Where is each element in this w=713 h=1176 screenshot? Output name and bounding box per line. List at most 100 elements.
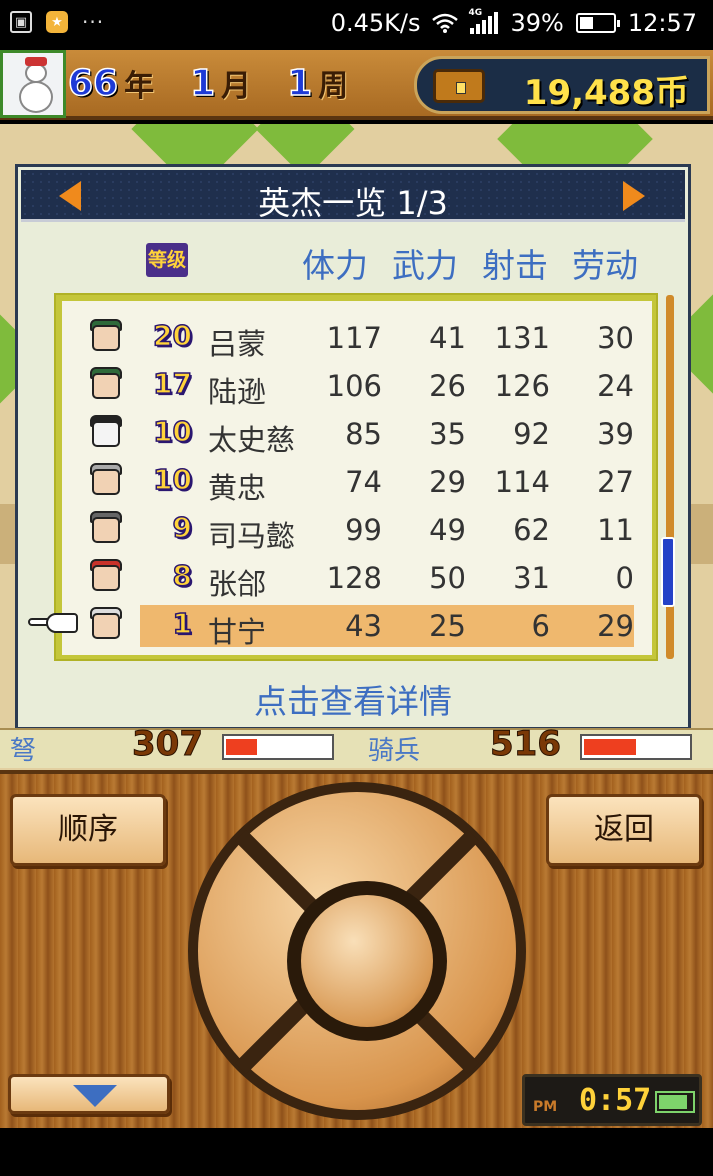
hero-portrait bbox=[84, 317, 128, 361]
hero-shoot: 62 bbox=[513, 513, 550, 547]
week-number: 1 bbox=[286, 62, 313, 105]
hero-force: 26 bbox=[429, 369, 466, 403]
money-panel: 19,488币 bbox=[414, 56, 710, 114]
dialog-title: 英杰一览 1/3 bbox=[258, 184, 448, 222]
col-labor-header[interactable]: 劳动 bbox=[572, 239, 638, 287]
heroes-list-dialog: 英杰一览 1/3 等级 体力 武力 射击 劳动 20 吕蒙 117 41 131… bbox=[15, 164, 691, 730]
back-button[interactable]: 返回 bbox=[546, 794, 702, 866]
hero-row[interactable]: 10 太史慈 85 35 92 39 bbox=[62, 411, 652, 459]
hero-row[interactable]: 17 陆逊 106 26 126 24 bbox=[62, 363, 652, 411]
order-button[interactable]: 顺序 bbox=[10, 794, 166, 866]
hero-stamina: 74 bbox=[345, 465, 382, 499]
next-page-icon[interactable] bbox=[623, 181, 645, 211]
hero-shoot: 92 bbox=[513, 417, 550, 451]
hero-name: 吕蒙 bbox=[208, 327, 267, 361]
cavalry-count: 516 bbox=[490, 724, 562, 765]
image-icon: ▣ bbox=[10, 11, 32, 33]
signal-icon: 4G bbox=[468, 8, 499, 34]
month-unit: 月 bbox=[221, 69, 252, 104]
treasure-chest-icon bbox=[433, 69, 485, 103]
hero-force: 41 bbox=[429, 321, 466, 355]
cavalry-label: 骑兵 bbox=[368, 736, 421, 766]
hero-level: 20 bbox=[152, 318, 192, 353]
hero-row[interactable]: 9 司马懿 99 49 62 11 bbox=[62, 507, 652, 555]
hero-shoot: 114 bbox=[494, 465, 550, 499]
dpad[interactable] bbox=[188, 782, 526, 1120]
hero-name: 张郃 bbox=[208, 567, 267, 601]
hero-stamina: 128 bbox=[326, 561, 382, 595]
status-right: 0.45K/s 4G 39% 12:57 bbox=[330, 8, 697, 37]
hero-portrait bbox=[84, 365, 128, 409]
column-headers: 等级 体力 武力 射击 劳动 bbox=[18, 239, 688, 285]
more-notifications-icon: ··· bbox=[82, 10, 105, 34]
battery-percent: 39% bbox=[510, 9, 564, 37]
star-app-icon: ★ bbox=[46, 11, 68, 33]
hero-level: 17 bbox=[152, 366, 192, 401]
clock-ampm: PM bbox=[533, 1099, 558, 1115]
hero-force: 35 bbox=[429, 417, 466, 451]
hero-stamina: 85 bbox=[345, 417, 382, 451]
hero-name: 太史慈 bbox=[208, 423, 296, 457]
hero-portrait bbox=[84, 605, 128, 649]
hero-level: 9 bbox=[172, 510, 193, 545]
hero-name: 陆逊 bbox=[208, 375, 267, 409]
battery-icon bbox=[575, 13, 620, 33]
hero-shoot: 126 bbox=[494, 369, 550, 403]
hero-labor: 0 bbox=[615, 561, 634, 595]
dpad-center-button[interactable] bbox=[301, 895, 433, 1027]
hero-force: 49 bbox=[429, 513, 466, 547]
hero-name: 甘宁 bbox=[208, 615, 267, 649]
dialog-header: 英杰一览 1/3 bbox=[21, 170, 685, 222]
hero-portrait bbox=[84, 413, 128, 457]
year-unit: 年 bbox=[124, 69, 155, 104]
hero-stamina: 117 bbox=[326, 321, 382, 355]
hero-row[interactable]: 20 吕蒙 117 41 131 30 bbox=[62, 315, 652, 363]
hero-portrait bbox=[84, 509, 128, 553]
hero-force: 25 bbox=[429, 609, 466, 643]
col-stamina-header[interactable]: 体力 bbox=[302, 239, 368, 287]
hero-labor: 11 bbox=[597, 513, 634, 547]
bottom-bar bbox=[0, 1128, 713, 1176]
hero-row[interactable]: 10 黄忠 74 29 114 27 bbox=[62, 459, 652, 507]
hero-row[interactable]: 8 张郃 128 50 31 0 bbox=[62, 555, 652, 603]
hero-labor: 30 bbox=[597, 321, 634, 355]
network-type: 4G bbox=[468, 8, 483, 18]
col-force-header[interactable]: 武力 bbox=[392, 239, 458, 287]
hero-level: 10 bbox=[152, 414, 192, 449]
month-number: 1 bbox=[189, 62, 216, 105]
hero-name: 司马懿 bbox=[208, 519, 296, 553]
hero-level: 10 bbox=[152, 462, 192, 497]
view-details-link[interactable]: 点击查看详情 bbox=[18, 675, 688, 723]
scroll-down-button[interactable] bbox=[8, 1074, 170, 1114]
dpad-ring[interactable] bbox=[198, 792, 516, 1110]
down-arrow-icon bbox=[73, 1085, 117, 1107]
hero-portrait bbox=[84, 461, 128, 505]
game-clock: PM 0:57 bbox=[522, 1074, 702, 1126]
hero-list: 20 吕蒙 117 41 131 30 17 陆逊 106 26 126 24 … bbox=[54, 293, 658, 661]
col-shoot-header[interactable]: 射击 bbox=[482, 239, 548, 287]
hero-shoot: 6 bbox=[531, 609, 550, 643]
year-number: 66 bbox=[67, 62, 119, 105]
hero-labor: 27 bbox=[597, 465, 634, 499]
pointing-hand-icon bbox=[28, 609, 80, 637]
clock-time: 12:57 bbox=[627, 9, 697, 37]
hero-labor: 24 bbox=[597, 369, 634, 403]
hero-row-selected[interactable]: 1 甘宁 43 25 6 29 bbox=[62, 603, 652, 651]
hero-force: 29 bbox=[429, 465, 466, 499]
scrollbar-thumb[interactable] bbox=[661, 537, 675, 607]
hero-stamina: 99 bbox=[345, 513, 382, 547]
hero-name: 黄忠 bbox=[208, 471, 267, 505]
unit-stat-strip: 弩 307 骑兵 516 bbox=[0, 724, 713, 768]
week-unit: 周 bbox=[318, 69, 349, 104]
hero-labor: 29 bbox=[597, 609, 634, 643]
money-value: 19,488币 bbox=[523, 73, 689, 113]
hero-shoot: 131 bbox=[494, 321, 550, 355]
crossbow-bar bbox=[222, 734, 334, 760]
wifi-icon bbox=[432, 13, 459, 33]
hero-shoot: 31 bbox=[513, 561, 550, 595]
hero-level: 8 bbox=[172, 558, 193, 593]
level-header[interactable]: 等级 bbox=[146, 243, 188, 277]
snowman-avatar[interactable] bbox=[0, 50, 66, 118]
clock-time-display: 0:57 bbox=[579, 1083, 652, 1118]
network-speed: 0.45K/s bbox=[330, 9, 421, 37]
